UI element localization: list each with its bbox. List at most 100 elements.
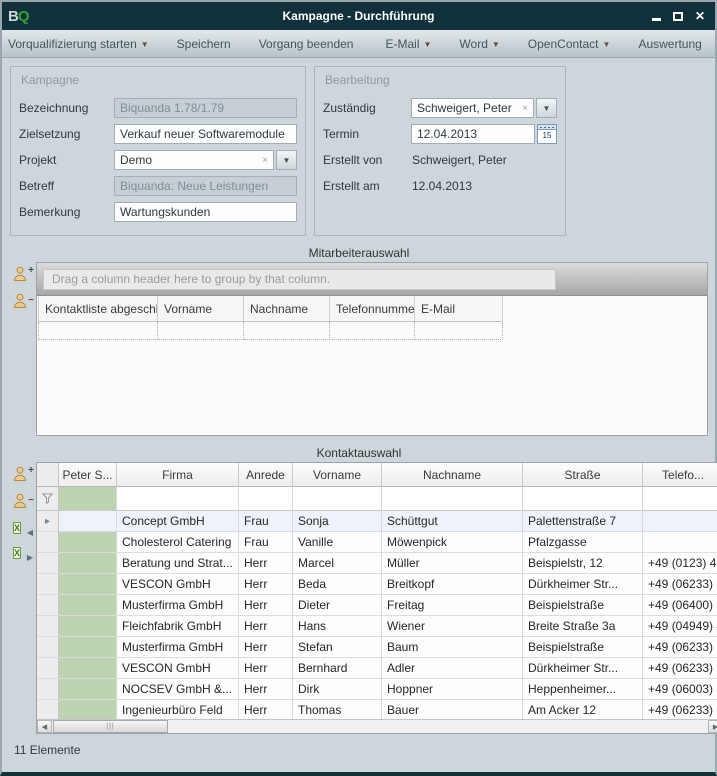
cell-vorname[interactable]: Dirk xyxy=(293,679,382,700)
cell-anrede[interactable]: Frau xyxy=(239,532,293,553)
column-header[interactable]: Straße xyxy=(523,463,643,487)
toolbar-opencontact-button[interactable]: OpenContact ▼ xyxy=(514,30,625,57)
cell-strasse[interactable]: Beispielstraße xyxy=(523,637,643,658)
zustaendig-combobox[interactable]: Schweigert, Peter × ▼ xyxy=(411,98,557,118)
selection-cell[interactable] xyxy=(59,532,117,553)
zustaendig-dropdown-button[interactable]: ▼ xyxy=(536,98,557,118)
cell-vorname[interactable]: Hans xyxy=(293,616,382,637)
horizontal-scrollbar[interactable]: ◀ ||| ▶ xyxy=(37,719,717,733)
cell-telefon[interactable]: +49 (04949) 4 xyxy=(643,616,717,637)
clear-icon[interactable]: × xyxy=(516,103,528,114)
table-row[interactable]: Musterfirma GmbH Herr Dieter Freitag Beispie… xyxy=(37,595,717,616)
projekt-combobox[interactable]: Demo × ▼ xyxy=(114,150,297,170)
column-header[interactable]: Telefo... xyxy=(643,463,717,487)
cell-nachname[interactable]: Hoppner xyxy=(382,679,523,700)
selection-cell[interactable] xyxy=(59,679,117,700)
cell-vorname[interactable]: Marcel xyxy=(293,553,382,574)
table-row[interactable]: Fleichfabrik GmbH Herr Hans Wiener Breite St… xyxy=(37,616,717,637)
cell-firma[interactable]: Fleichfabrik GmbH xyxy=(117,616,239,637)
toolbar-speichern-button[interactable]: Speichern xyxy=(163,30,245,57)
column-header[interactable]: Firma xyxy=(117,463,239,487)
cell-nachname[interactable]: Wiener xyxy=(382,616,523,637)
filter-cell[interactable] xyxy=(382,487,523,511)
cell-telefon[interactable] xyxy=(643,511,717,532)
close-button[interactable]: ✕ xyxy=(693,9,707,23)
column-header[interactable]: E-Mail xyxy=(415,296,503,322)
cell-anrede[interactable]: Herr xyxy=(239,679,293,700)
column-header[interactable]: Peter S... xyxy=(59,463,117,487)
cell-vorname[interactable]: Beda xyxy=(293,574,382,595)
selection-cell[interactable] xyxy=(59,511,117,532)
selection-cell[interactable] xyxy=(59,553,117,574)
filter-cell[interactable] xyxy=(117,487,239,511)
remove-user-button[interactable]: − xyxy=(13,293,34,311)
horizontal-scroll-thumb[interactable]: ||| xyxy=(53,720,168,733)
cell-firma[interactable]: Beratung und Strat... xyxy=(117,553,239,574)
selection-cell[interactable] xyxy=(59,595,117,616)
bemerkung-field[interactable]: Wartungskunden xyxy=(114,202,297,222)
excel-export-button[interactable]: X ▶ xyxy=(13,545,33,562)
cell-firma[interactable]: VESCON GmbH xyxy=(117,574,239,595)
cell-strasse[interactable]: Beispielstr, 12 xyxy=(523,553,643,574)
maximize-button[interactable] xyxy=(671,9,685,23)
cell-firma[interactable]: Cholesterol Catering xyxy=(117,532,239,553)
table-row[interactable]: Cholesterol Catering Frau Vanille Möwenpick… xyxy=(37,532,717,553)
cell-anrede[interactable]: Herr xyxy=(239,700,293,721)
mitarbeiter-new-row[interactable] xyxy=(37,322,707,340)
cell-vorname[interactable]: Sonja xyxy=(293,511,382,532)
cell-firma[interactable]: NOCSEV GmbH &... xyxy=(117,679,239,700)
table-row[interactable]: VESCON GmbH Herr Bernhard Adler Dürkheimer S… xyxy=(37,658,717,679)
filter-row[interactable] xyxy=(37,487,717,511)
cell-nachname[interactable]: Freitag xyxy=(382,595,523,616)
column-header[interactable]: Nachname xyxy=(244,296,330,322)
column-header[interactable]: Vorname xyxy=(158,296,244,322)
cell-strasse[interactable]: Heppenheimer... xyxy=(523,679,643,700)
scroll-right-icon[interactable]: ▶ xyxy=(708,720,717,733)
toolbar-auswertung-button[interactable]: Auswertung xyxy=(624,30,715,57)
group-by-bar[interactable]: Drag a column header here to group by th… xyxy=(37,263,707,296)
filter-cell[interactable] xyxy=(293,487,382,511)
mitarbeiter-grid-body[interactable] xyxy=(37,340,707,435)
column-header[interactable]: Nachname xyxy=(382,463,523,487)
cell-nachname[interactable]: Breitkopf xyxy=(382,574,523,595)
column-header[interactable]: Kontaktliste abgeschlo... xyxy=(38,296,158,322)
cell-telefon[interactable]: +49 (0123) 4 xyxy=(643,553,717,574)
selection-cell[interactable] xyxy=(59,574,117,595)
cell-anrede[interactable]: Herr xyxy=(239,574,293,595)
cell-nachname[interactable]: Baum xyxy=(382,637,523,658)
toolbar-vorgang-beenden-button[interactable]: Vorgang beenden xyxy=(245,30,368,57)
filter-cell[interactable] xyxy=(643,487,717,511)
cell-nachname[interactable]: Müller xyxy=(382,553,523,574)
cell-strasse[interactable]: Dürkheimer Str... xyxy=(523,574,643,595)
termin-datefield[interactable]: 12.04.2013 15 xyxy=(411,124,557,144)
cell-anrede[interactable]: Frau xyxy=(239,511,293,532)
selection-cell[interactable] xyxy=(59,700,117,721)
scroll-left-icon[interactable]: ◀ xyxy=(37,720,52,733)
zielsetzung-field[interactable]: Verkauf neuer Softwaremodule xyxy=(114,124,297,144)
cell-firma[interactable]: VESCON GmbH xyxy=(117,658,239,679)
cell-telefon[interactable]: +49 (06233) ( xyxy=(643,574,717,595)
add-contact-button[interactable]: + xyxy=(13,466,34,484)
cell-anrede[interactable]: Herr xyxy=(239,658,293,679)
toolbar-vorqualifizierung-starten-button[interactable]: Vorqualifizierung starten ▼ xyxy=(2,30,163,57)
projekt-dropdown-button[interactable]: ▼ xyxy=(276,150,297,170)
selection-cell[interactable] xyxy=(59,616,117,637)
excel-import-button[interactable]: X ◀ xyxy=(13,520,33,537)
minimize-button[interactable] xyxy=(649,9,663,23)
cell-strasse[interactable]: Am Acker 12 xyxy=(523,700,643,721)
cell-strasse[interactable]: Pfalzgasse xyxy=(523,532,643,553)
cell-firma[interactable]: Concept GmbH xyxy=(117,511,239,532)
cell-anrede[interactable]: Herr xyxy=(239,616,293,637)
cell-anrede[interactable]: Herr xyxy=(239,637,293,658)
cell-vorname[interactable]: Bernhard xyxy=(293,658,382,679)
cell-anrede[interactable]: Herr xyxy=(239,553,293,574)
cell-strasse[interactable]: Palettenstraße 7 xyxy=(523,511,643,532)
cell-vorname[interactable]: Thomas xyxy=(293,700,382,721)
calendar-icon[interactable]: 15 xyxy=(537,124,557,144)
cell-strasse[interactable]: Beispielstraße xyxy=(523,595,643,616)
column-header[interactable]: Vorname xyxy=(293,463,382,487)
cell-telefon[interactable]: +49 (06233) ( xyxy=(643,637,717,658)
column-header[interactable]: Anrede xyxy=(239,463,293,487)
cell-nachname[interactable]: Möwenpick xyxy=(382,532,523,553)
cell-nachname[interactable]: Schüttgut xyxy=(382,511,523,532)
